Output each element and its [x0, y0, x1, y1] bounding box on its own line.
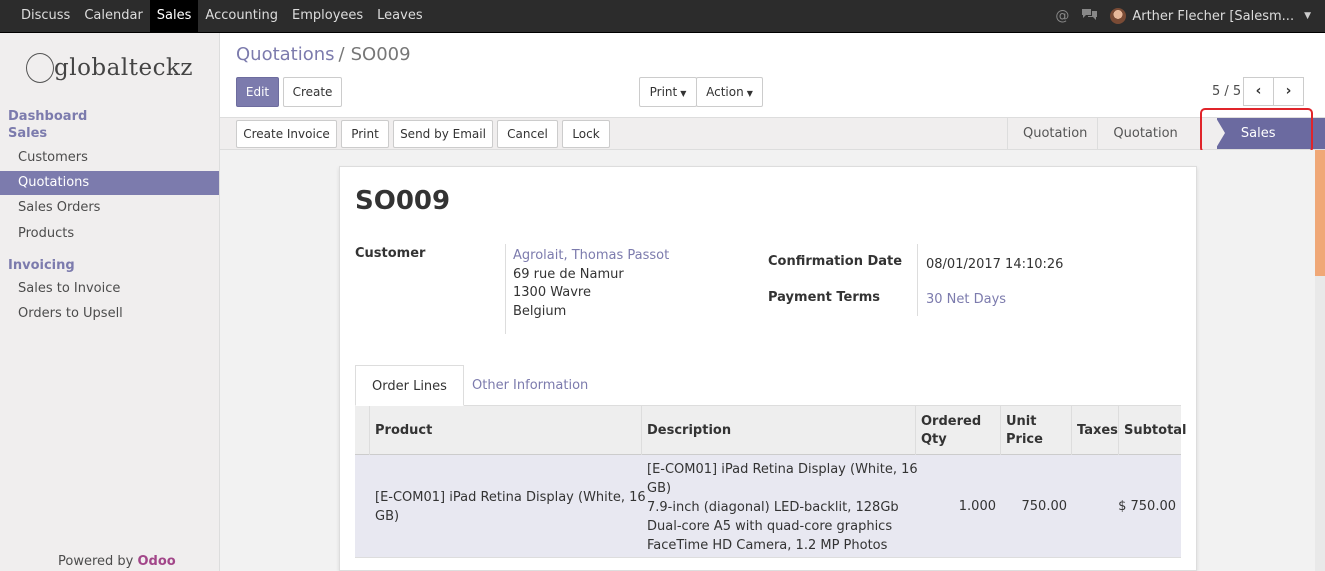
customer-label: Customer: [355, 246, 426, 261]
powered-by: Powered by Odoo: [58, 554, 176, 569]
sidebar-item-sales-to-invoice[interactable]: Sales to Invoice: [0, 277, 219, 301]
field-divider: [917, 244, 918, 316]
print-dropdown[interactable]: Print ▼: [639, 77, 697, 107]
breadcrumb: Quotations / SO009: [236, 44, 411, 65]
user-menu[interactable]: Arther Flecher [Salesm... ▼: [1110, 8, 1311, 24]
top-navbar: Discuss Calendar Sales Accounting Employ…: [0, 0, 1325, 33]
menu-leaves[interactable]: Leaves: [370, 0, 429, 32]
page-title: SO009: [355, 186, 451, 216]
app-menu: Discuss Calendar Sales Accounting Employ…: [14, 0, 430, 32]
user-name: Arther Flecher [Salesm...: [1132, 8, 1295, 24]
status-bar: Create Invoice Print Send by Email Cance…: [220, 117, 1325, 172]
menu-accounting[interactable]: Accounting: [198, 0, 285, 32]
payment-terms-label: Payment Terms: [768, 290, 881, 305]
sidebar-section-sales: Sales: [8, 126, 48, 141]
send-by-email-button[interactable]: Send by Email: [393, 120, 493, 148]
sidebar-dashboard[interactable]: Dashboard: [8, 109, 87, 124]
col-ordered-qty[interactable]: Ordered Qty: [916, 406, 981, 455]
row-description: [E-COM01] iPad Retina Display (White, 16…: [647, 462, 918, 553]
sidebar-item-products[interactable]: Products: [0, 222, 219, 246]
menu-calendar[interactable]: Calendar: [77, 0, 149, 32]
col-unit-price[interactable]: Unit Price: [1001, 406, 1043, 455]
pager-previous-button[interactable]: ‹: [1243, 77, 1274, 106]
row-product: [E-COM01] iPad Retina Display (White, 16…: [375, 490, 646, 524]
col-product[interactable]: Product: [370, 406, 432, 455]
tab-other-information[interactable]: Other Information: [456, 365, 604, 406]
print-button[interactable]: Print: [341, 120, 389, 148]
payment-terms-link[interactable]: 30 Net Days: [926, 292, 1006, 307]
chevron-right-icon: ›: [1285, 83, 1292, 99]
breadcrumb-quotations[interactable]: Quotations: [236, 44, 335, 65]
stage-quotation-sent[interactable]: Quotation Sent: [1097, 118, 1216, 172]
at-icon[interactable]: @: [1055, 8, 1069, 24]
pager-next-button[interactable]: ›: [1273, 77, 1304, 106]
table-row[interactable]: [E-COM01] iPad Retina Display (White, 16…: [355, 455, 1181, 558]
breadcrumb-current: SO009: [350, 44, 411, 65]
sidebar-item-sales-orders[interactable]: Sales Orders: [0, 196, 219, 220]
create-button[interactable]: Create: [283, 77, 342, 107]
menu-discuss[interactable]: Discuss: [14, 0, 77, 32]
menu-sales[interactable]: Sales: [149, 0, 199, 32]
cancel-button[interactable]: Cancel: [497, 120, 558, 148]
col-subtotal[interactable]: Subtotal: [1119, 406, 1187, 455]
lock-button[interactable]: Lock: [562, 120, 610, 148]
chevron-left-icon: ‹: [1255, 83, 1262, 99]
create-invoice-button[interactable]: Create Invoice: [236, 120, 337, 148]
chevron-down-icon: ▼: [1304, 11, 1311, 21]
stage-quotation[interactable]: Quotation: [1007, 118, 1097, 149]
company-logo: globalteckz: [26, 51, 196, 91]
customer-link[interactable]: Agrolait, Thomas Passot: [513, 248, 669, 263]
action-dropdown[interactable]: Action ▼: [696, 77, 763, 107]
tab-order-lines[interactable]: Order Lines: [355, 365, 464, 406]
caret-down-icon: ▼: [680, 89, 687, 98]
sidebar-section-invoicing: Invoicing: [8, 258, 75, 273]
chat-icon[interactable]: [1081, 7, 1098, 25]
caret-down-icon: ▼: [746, 89, 753, 98]
edit-button[interactable]: Edit: [236, 77, 279, 107]
col-taxes[interactable]: Taxes: [1072, 406, 1118, 455]
address-line: Belgium: [513, 304, 567, 319]
confirmation-date-label: Confirmation Date: [768, 254, 903, 269]
address-line: 1300 Wavre: [513, 285, 591, 300]
menu-employees[interactable]: Employees: [285, 0, 370, 32]
pager-value[interactable]: 5 / 5: [1212, 84, 1241, 99]
row-qty: 1.000: [958, 499, 996, 514]
row-unit-price: 750.00: [1021, 499, 1068, 514]
highlight-box: [1200, 108, 1313, 153]
sidebar: globalteckz Dashboard Sales Customers Qu…: [0, 33, 220, 571]
address-line: 69 rue de Namur: [513, 267, 624, 282]
row-subtotal: $ 750.00: [1118, 499, 1176, 514]
scrollbar-thumb[interactable]: [1315, 150, 1325, 276]
odoo-link[interactable]: Odoo: [138, 554, 176, 569]
sidebar-item-orders-to-upsell[interactable]: Orders to Upsell: [0, 302, 219, 326]
field-divider: [505, 244, 506, 334]
sidebar-item-customers[interactable]: Customers: [0, 146, 219, 170]
avatar: [1110, 8, 1127, 24]
confirmation-date-value: 08/01/2017 14:10:26: [926, 257, 1064, 272]
col-description[interactable]: Description: [642, 406, 731, 455]
sidebar-item-quotations[interactable]: Quotations: [0, 171, 219, 195]
table-header: Product Description Ordered Qty Unit Price…: [355, 406, 1187, 455]
